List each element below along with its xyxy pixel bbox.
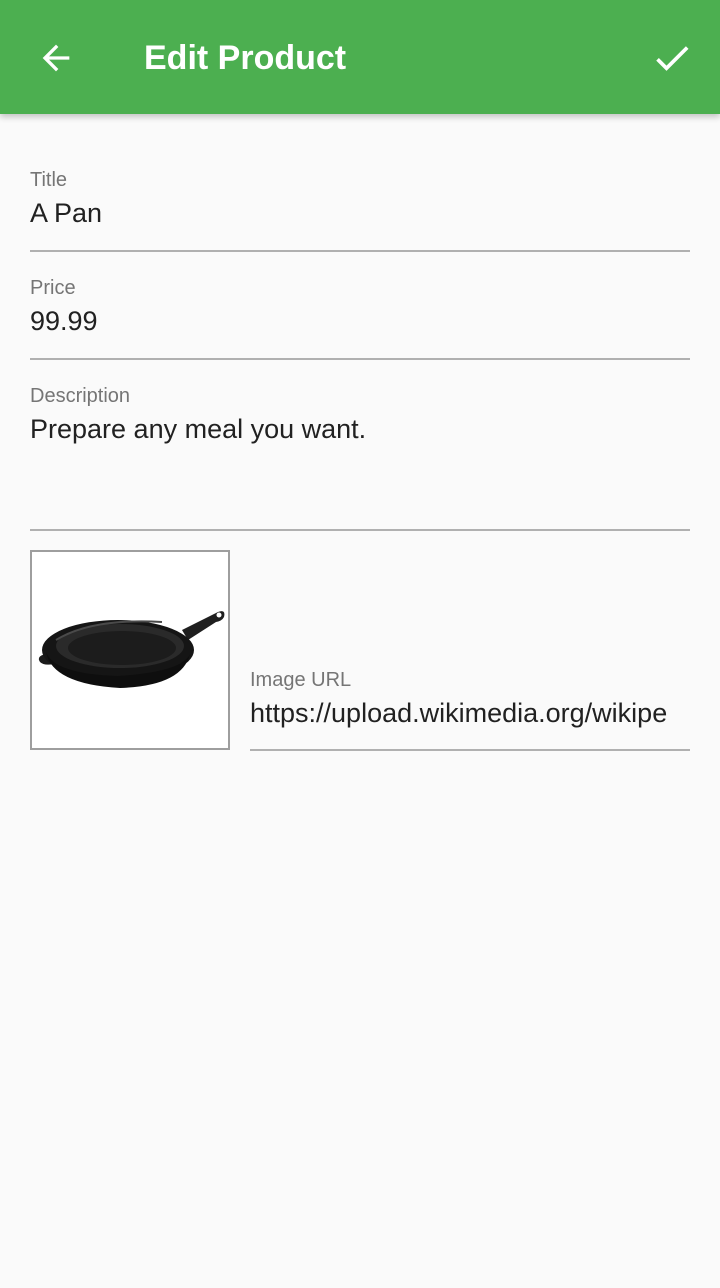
page-title: Edit Product bbox=[144, 39, 347, 77]
back-button[interactable] bbox=[28, 30, 84, 86]
check-icon bbox=[656, 46, 689, 71]
image-url-field[interactable]: Image URL https://upload.wikimedia.org/w… bbox=[250, 666, 690, 751]
price-label: Price bbox=[30, 277, 76, 299]
title-field[interactable]: Title A Pan bbox=[30, 166, 690, 252]
description-input[interactable]: Prepare any meal you want. bbox=[30, 412, 690, 446]
description-label: Description bbox=[30, 385, 131, 407]
price-input[interactable]: 99.99 bbox=[30, 304, 690, 338]
app-bar: Edit Product bbox=[0, 0, 720, 114]
arrow-back-icon bbox=[42, 44, 70, 72]
price-field[interactable]: Price 99.99 bbox=[30, 274, 690, 360]
image-url-label: Image URL bbox=[250, 669, 352, 691]
title-input[interactable]: A Pan bbox=[30, 196, 690, 230]
description-field[interactable]: Description Prepare any meal you want. bbox=[30, 382, 690, 531]
title-label: Title bbox=[30, 169, 68, 191]
frying-pan-image bbox=[32, 600, 228, 700]
save-button[interactable] bbox=[644, 30, 700, 86]
image-preview bbox=[30, 550, 230, 750]
image-url-input[interactable]: https://upload.wikimedia.org/wikipe bbox=[250, 696, 690, 730]
